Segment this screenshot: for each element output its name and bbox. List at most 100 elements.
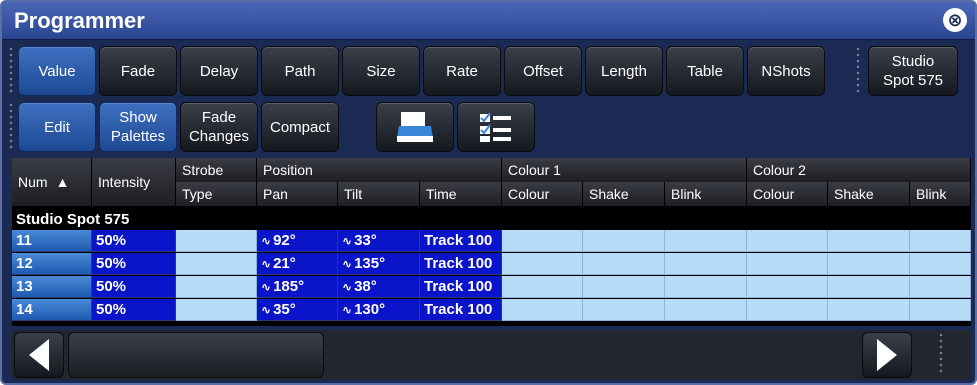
- value-button[interactable]: Value: [18, 46, 96, 96]
- row-pan-cell[interactable]: ∿ 92°: [257, 230, 338, 252]
- row-c1-colour-cell[interactable]: [502, 276, 583, 298]
- table-button[interactable]: Table: [666, 46, 744, 96]
- delay-button[interactable]: Delay: [180, 46, 258, 96]
- size-button[interactable]: Size: [342, 46, 420, 96]
- row-intensity-cell[interactable]: 50%: [92, 299, 176, 321]
- print-button[interactable]: [376, 102, 454, 152]
- row-c2-shake-cell[interactable]: [828, 276, 910, 298]
- row-pan-cell[interactable]: ∿ 21°: [257, 253, 338, 275]
- row-pan-cell[interactable]: ∿ 185°: [257, 276, 338, 298]
- row-c1-shake-cell[interactable]: [583, 253, 665, 275]
- row-num-cell[interactable]: 11: [12, 230, 92, 252]
- row-time-cell[interactable]: Track 100: [420, 299, 502, 321]
- header-num[interactable]: Num ▲: [12, 158, 92, 206]
- rate-button[interactable]: Rate: [423, 46, 501, 96]
- window-title: Programmer: [14, 8, 145, 33]
- row-c1-colour-cell[interactable]: [502, 299, 583, 321]
- show-palettes-button[interactable]: Show Palettes: [99, 102, 177, 152]
- header-pan[interactable]: Pan: [257, 182, 338, 206]
- pan-value: 185°: [273, 278, 305, 295]
- row-c2-blink-cell[interactable]: [910, 276, 971, 298]
- row-strobe-cell[interactable]: [176, 276, 257, 298]
- row-c1-colour-cell[interactable]: [502, 230, 583, 252]
- row-num-cell[interactable]: 12: [12, 253, 92, 275]
- scroll-left-button[interactable]: [14, 332, 64, 378]
- row-c1-blink-cell[interactable]: [665, 253, 747, 275]
- header-colour1-colour[interactable]: Colour: [502, 182, 583, 206]
- row-strobe-cell[interactable]: [176, 253, 257, 275]
- scroll-right-button[interactable]: [862, 332, 912, 378]
- fade-changes-button[interactable]: Fade Changes: [180, 102, 258, 152]
- header-colour2-blink[interactable]: Blink: [910, 182, 971, 206]
- fade-button[interactable]: Fade: [99, 46, 177, 96]
- header-colour1-blink[interactable]: Blink: [665, 182, 747, 206]
- nshots-button[interactable]: NShots: [747, 46, 825, 96]
- edit-button[interactable]: Edit: [18, 102, 96, 152]
- tilt-value: 130°: [354, 301, 386, 318]
- row-num-cell[interactable]: 14: [12, 299, 92, 321]
- row-c2-shake-cell[interactable]: [828, 230, 910, 252]
- row-num-cell[interactable]: 13: [12, 276, 92, 298]
- horizontal-scrollbar[interactable]: [12, 330, 971, 380]
- row-c1-blink-cell[interactable]: [665, 276, 747, 298]
- header-strobe-type[interactable]: Type: [176, 182, 257, 206]
- row-c2-blink-cell[interactable]: [910, 253, 971, 275]
- row-strobe-cell[interactable]: [176, 299, 257, 321]
- path-curve-icon: ∿: [261, 303, 272, 317]
- checklist-button[interactable]: [457, 102, 535, 152]
- scroll-thumb[interactable]: [68, 332, 324, 378]
- offset-button[interactable]: Offset: [504, 46, 582, 96]
- fixture-type-button[interactable]: Studio Spot 575: [868, 46, 958, 96]
- row-tilt-cell[interactable]: ∿ 33°: [338, 230, 420, 252]
- toolbar2-grip-left[interactable]: [8, 102, 14, 150]
- row-c2-colour-cell[interactable]: [747, 276, 828, 298]
- row-pan-cell[interactable]: ∿ 35°: [257, 299, 338, 321]
- row-tilt-cell[interactable]: ∿ 38°: [338, 276, 420, 298]
- row-time-cell[interactable]: Track 100: [420, 253, 502, 275]
- header-colour2[interactable]: Colour 2: [747, 158, 971, 182]
- length-button[interactable]: Length: [585, 46, 663, 96]
- row-c1-shake-cell[interactable]: [583, 276, 665, 298]
- header-position[interactable]: Position: [257, 158, 502, 182]
- path-button[interactable]: Path: [261, 46, 339, 96]
- row-c1-shake-cell[interactable]: [583, 299, 665, 321]
- toolbar-grip-left[interactable]: [8, 46, 14, 94]
- row-tilt-cell[interactable]: ∿ 130°: [338, 299, 420, 321]
- path-curve-icon: ∿: [261, 234, 272, 248]
- row-c1-blink-cell[interactable]: [665, 299, 747, 321]
- row-c2-shake-cell[interactable]: [828, 299, 910, 321]
- row-c2-blink-cell[interactable]: [910, 299, 971, 321]
- resize-grip[interactable]: [938, 332, 944, 376]
- header-colour1-shake[interactable]: Shake: [583, 182, 665, 206]
- row-time-cell[interactable]: Track 100: [420, 276, 502, 298]
- row-c2-colour-cell[interactable]: [747, 230, 828, 252]
- header-colour1[interactable]: Colour 1: [502, 158, 747, 182]
- row-c2-shake-cell[interactable]: [828, 253, 910, 275]
- row-c2-blink-cell[interactable]: [910, 230, 971, 252]
- row-c1-shake-cell[interactable]: [583, 230, 665, 252]
- row-c2-colour-cell[interactable]: [747, 253, 828, 275]
- programmer-grid[interactable]: Num ▲ Intensity Strobe Position Colour 1…: [12, 158, 971, 326]
- header-time[interactable]: Time: [420, 182, 502, 206]
- row-time-cell[interactable]: Track 100: [420, 230, 502, 252]
- show-palettes-line1: Show: [119, 109, 157, 126]
- header-strobe[interactable]: Strobe: [176, 158, 257, 182]
- header-intensity[interactable]: Intensity: [92, 158, 176, 206]
- compact-button[interactable]: Compact: [261, 102, 339, 152]
- title-bar[interactable]: Programmer ⊗: [2, 2, 975, 40]
- row-intensity-cell[interactable]: 50%: [92, 253, 176, 275]
- header-colour2-colour[interactable]: Colour: [747, 182, 828, 206]
- toolbar-grip-right[interactable]: [855, 46, 861, 94]
- row-c2-colour-cell[interactable]: [747, 299, 828, 321]
- fixture-type-line2: Spot 575: [882, 72, 944, 89]
- row-strobe-cell[interactable]: [176, 230, 257, 252]
- close-icon[interactable]: ⊗: [943, 8, 967, 32]
- header-colour2-shake[interactable]: Shake: [828, 182, 910, 206]
- row-intensity-cell[interactable]: 50%: [92, 230, 176, 252]
- row-intensity-cell[interactable]: 50%: [92, 276, 176, 298]
- tilt-value: 38°: [354, 278, 377, 295]
- row-c1-blink-cell[interactable]: [665, 230, 747, 252]
- row-c1-colour-cell[interactable]: [502, 253, 583, 275]
- row-tilt-cell[interactable]: ∿ 135°: [338, 253, 420, 275]
- header-tilt[interactable]: Tilt: [338, 182, 420, 206]
